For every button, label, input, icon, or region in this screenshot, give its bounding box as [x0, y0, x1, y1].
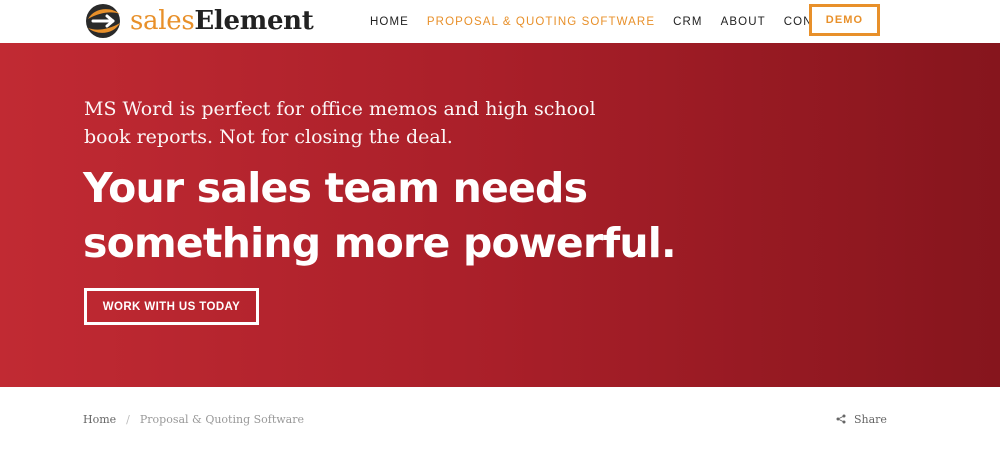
- hero-title-line-1: Your sales team needs: [83, 164, 588, 212]
- main-nav: HOME PROPOSAL & QUOTING SOFTWARE CRM ABO…: [370, 0, 846, 43]
- hero-banner: MS Word is perfect for office memos and …: [0, 43, 1000, 387]
- nav-item-home[interactable]: HOME: [370, 16, 409, 28]
- work-with-us-button[interactable]: WORK WITH US TODAY: [84, 288, 259, 325]
- share-label: Share: [854, 412, 887, 426]
- logo-word-sales: sales: [130, 6, 195, 36]
- hero-title: Your sales team needs something more pow…: [83, 161, 723, 271]
- breadcrumb-current-page: Proposal & Quoting Software: [139, 412, 305, 426]
- logo-word-element: Element: [194, 6, 314, 36]
- nav-item-crm[interactable]: CRM: [673, 16, 703, 28]
- share-icon: [836, 414, 846, 424]
- site-logo[interactable]: salesElement: [84, 2, 314, 40]
- demo-button[interactable]: DEMO: [809, 4, 880, 36]
- hero-title-line-2: something more powerful.: [83, 219, 677, 267]
- share-button[interactable]: Share: [836, 411, 887, 427]
- breadcrumb-home-link[interactable]: Home: [83, 413, 116, 426]
- breadcrumb-separator: /: [126, 412, 130, 426]
- logo-wordmark: salesElement: [130, 2, 314, 40]
- site-header: salesElement HOME PROPOSAL & QUOTING SOF…: [0, 0, 1000, 43]
- breadcrumb: Home / Proposal & Quoting Software: [83, 411, 304, 427]
- sales-element-logo-icon: [86, 4, 120, 38]
- nav-item-proposal-quoting-software[interactable]: PROPOSAL & QUOTING SOFTWARE: [427, 16, 655, 28]
- nav-item-about[interactable]: ABOUT: [721, 16, 766, 28]
- hero-lead-text: MS Word is perfect for office memos and …: [84, 98, 596, 148]
